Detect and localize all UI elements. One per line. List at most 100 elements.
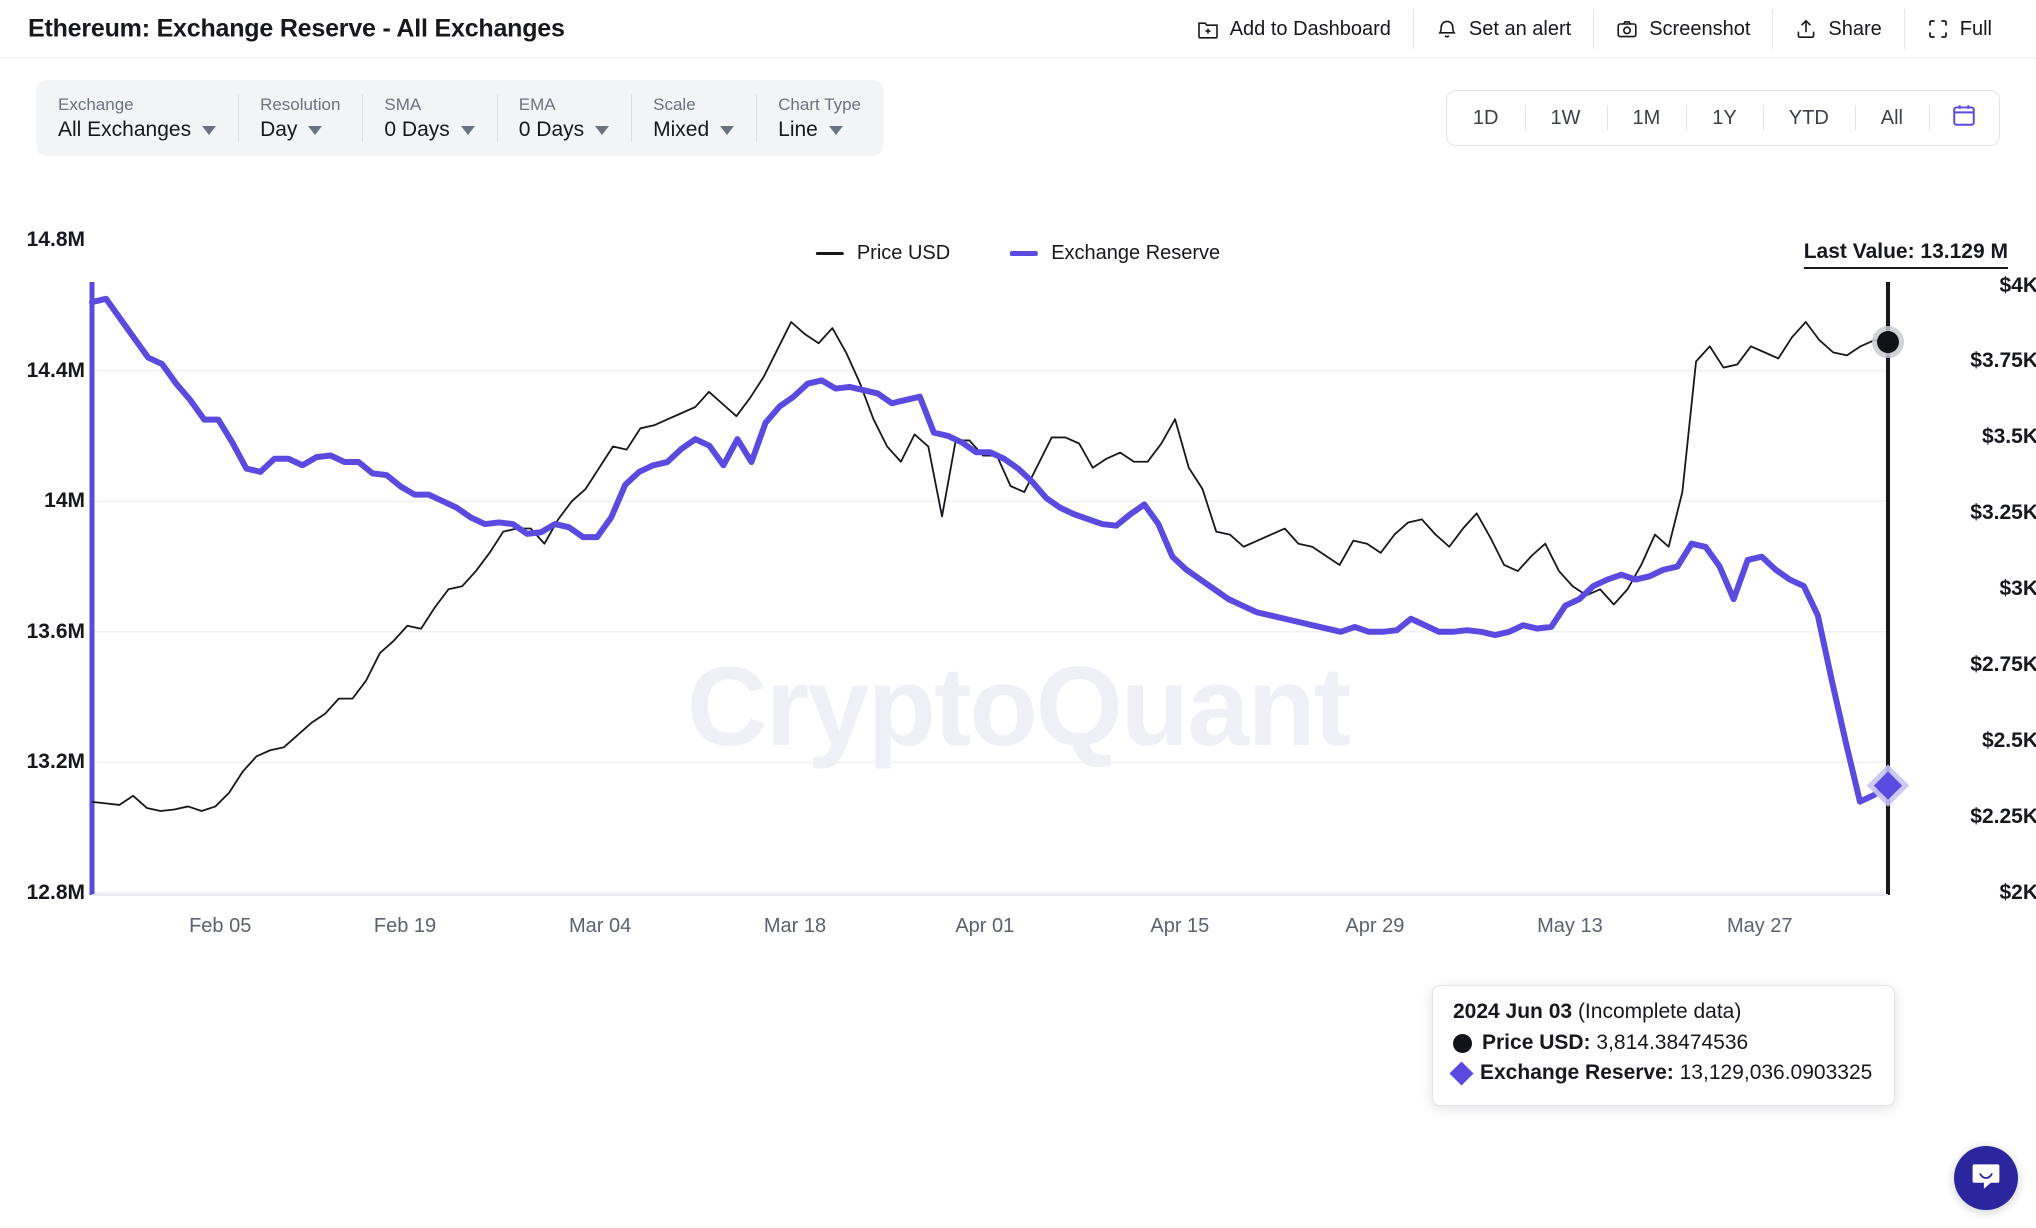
ema-dropdown-label: EMA: [518, 94, 556, 114]
scale-dropdown[interactable]: Scale Mixed: [631, 80, 756, 156]
screenshot-label: Screenshot: [1649, 17, 1751, 40]
header-actions: Add to Dashboard Set an alert Screenshot…: [1175, 0, 2014, 58]
share-button[interactable]: Share: [1772, 9, 1903, 49]
chevron-down-icon: [828, 125, 843, 135]
screenshot-button[interactable]: Screenshot: [1593, 9, 1772, 49]
diamond-marker-icon: [1449, 1061, 1474, 1086]
date-picker-button[interactable]: [1929, 91, 1999, 145]
y-axis-right-tick: $2.5K: [1981, 729, 2036, 753]
range-1m-button[interactable]: 1M: [1606, 91, 1687, 145]
range-1d-button[interactable]: 1D: [1447, 91, 1525, 145]
page-title: Ethereum: Exchange Reserve - All Exchang…: [28, 14, 565, 42]
legend-swatch-exchange-reserve: [1010, 251, 1039, 256]
camera-icon: [1616, 18, 1638, 40]
x-axis-tick: Apr 01: [955, 915, 1015, 937]
tooltip-row-price: Price USD: 3,814.38474536: [1453, 1028, 1872, 1058]
scale-dropdown-label: Scale: [653, 94, 696, 114]
y-axis-right-tick: $2.25K: [1970, 805, 2036, 829]
chevron-down-icon: [595, 125, 610, 135]
chart-settings-group: Exchange All Exchanges Resolution Day SM…: [36, 80, 883, 156]
ema-dropdown-value: 0 Days: [518, 118, 585, 142]
legend-item-price-usd[interactable]: Price USD: [815, 242, 951, 265]
y-axis-right-tick: $4K: [1999, 273, 2036, 297]
y-axis-right-tick: $3K: [1999, 577, 2036, 601]
y-axis-left-tick: 13.2M: [26, 750, 85, 774]
x-axis-tick: Apr 15: [1150, 915, 1210, 937]
x-axis-tick: Mar 04: [568, 915, 632, 937]
chevron-down-icon: [720, 125, 735, 135]
x-axis-tick: Feb 19: [373, 915, 437, 937]
chart-canvas[interactable]: CryptoQuant 12.8M 13.2M 13.6M 14M 14.4M 14.8M…: [0, 228, 2036, 1228]
exchange-dropdown-value: All Exchanges: [58, 118, 192, 142]
y-axis-right-tick: $2K: [1999, 881, 2036, 904]
tooltip-price-name: Price USD: [1482, 1031, 1584, 1054]
sma-dropdown[interactable]: SMA 0 Days: [362, 80, 496, 156]
y-axis-left-tick: 14.4M: [26, 358, 85, 382]
legend-swatch-price-usd: [815, 252, 844, 255]
tooltip-title: 2024 Jun 03 (Incomplete data): [1453, 1000, 1872, 1024]
circle-marker-icon: [1453, 1033, 1472, 1053]
sma-dropdown-label: SMA: [384, 94, 422, 114]
add-to-dashboard-button[interactable]: Add to Dashboard: [1175, 9, 1413, 49]
range-ytd-button[interactable]: YTD: [1762, 91, 1855, 145]
y-axis-left-tick: 14.8M: [26, 228, 85, 251]
share-icon: [1795, 18, 1817, 40]
tooltip-date: 2024 Jun 03: [1453, 1000, 1573, 1023]
chart-type-dropdown-label: Chart Type: [778, 94, 861, 114]
app-header: Ethereum: Exchange Reserve - All Exchang…: [0, 0, 2036, 58]
calendar-icon: [1951, 102, 1977, 134]
y-axis-left-tick: 14M: [44, 489, 85, 513]
scale-dropdown-value: Mixed: [653, 118, 710, 142]
tooltip-reserve-name: Exchange Reserve: [1480, 1061, 1667, 1085]
y-axis-right-tick: $3.25K: [1970, 501, 2036, 525]
exchange-dropdown-label: Exchange: [58, 94, 134, 114]
chart-tooltip: 2024 Jun 03 (Incomplete data) Price USD:…: [1432, 985, 1896, 1106]
sma-dropdown-value: 0 Days: [384, 118, 450, 142]
fullscreen-label: Full: [1959, 17, 1992, 40]
range-all-button[interactable]: All: [1854, 91, 1929, 145]
chart-page: Ethereum: Exchange Reserve - All Exchang…: [0, 0, 2036, 1228]
fullscreen-button[interactable]: Full: [1903, 9, 2014, 49]
y-axis-left-tick: 12.8M: [26, 881, 85, 904]
y-axis-right-tick: $3.5K: [1981, 425, 2036, 449]
tooltip-price-value: 3,814.38474536: [1596, 1031, 1749, 1054]
last-value-label[interactable]: Last Value: 13.129 M: [1803, 240, 2008, 269]
range-1y-button[interactable]: 1Y: [1686, 91, 1762, 145]
legend-label-exchange-reserve: Exchange Reserve: [1051, 242, 1221, 264]
range-1w-button[interactable]: 1W: [1524, 91, 1607, 145]
controls-bar: Exchange All Exchanges Resolution Day SM…: [0, 58, 2036, 186]
y-axis-left-tick: 13.6M: [26, 619, 85, 643]
legend-item-exchange-reserve[interactable]: Exchange Reserve: [1010, 242, 1220, 265]
resolution-dropdown-label: Resolution: [260, 94, 341, 114]
x-axis-tick: Mar 18: [763, 915, 827, 937]
share-label: Share: [1828, 17, 1882, 40]
tooltip-reserve-value: 13,129,036.0903325: [1679, 1061, 1873, 1085]
chart-legend: Price USD Exchange Reserve Last Value: 1…: [0, 240, 2036, 282]
exchange-dropdown[interactable]: Exchange All Exchanges: [36, 80, 238, 156]
y-axis-right-tick: $3.75K: [1970, 349, 2036, 373]
resolution-dropdown-value: Day: [260, 118, 298, 142]
ema-dropdown[interactable]: EMA 0 Days: [496, 80, 631, 156]
tooltip-note: (Incomplete data): [1577, 1000, 1742, 1023]
x-axis-tick: May 13: [1537, 915, 1603, 937]
set-alert-label: Set an alert: [1468, 17, 1572, 40]
x-axis-tick: Feb 05: [189, 915, 252, 937]
tooltip-row-reserve: Exchange Reserve: 13,129,036.0903325: [1449, 1058, 1873, 1088]
time-range-group: 1D 1W 1M 1Y YTD All: [1445, 90, 2000, 146]
x-axis-tick: Apr 29: [1345, 915, 1405, 937]
legend-label-price-usd: Price USD: [856, 242, 951, 264]
chevron-down-icon: [460, 125, 475, 135]
chart-type-dropdown[interactable]: Chart Type Line: [756, 80, 883, 156]
resolution-dropdown[interactable]: Resolution Day: [238, 80, 362, 156]
chevron-down-icon: [308, 125, 323, 135]
chat-widget-button[interactable]: [1954, 1146, 2018, 1210]
chevron-down-icon: [202, 125, 217, 135]
set-alert-button[interactable]: Set an alert: [1412, 9, 1593, 49]
add-to-dashboard-label: Add to Dashboard: [1229, 17, 1391, 40]
bell-icon: [1436, 18, 1458, 40]
add-to-dashboard-icon: [1197, 18, 1219, 40]
y-axis-right-tick: $2.75K: [1970, 653, 2036, 677]
fullscreen-icon: [1927, 18, 1949, 40]
x-axis-tick: May 27: [1726, 915, 1793, 937]
chat-icon: [1969, 1159, 2003, 1198]
